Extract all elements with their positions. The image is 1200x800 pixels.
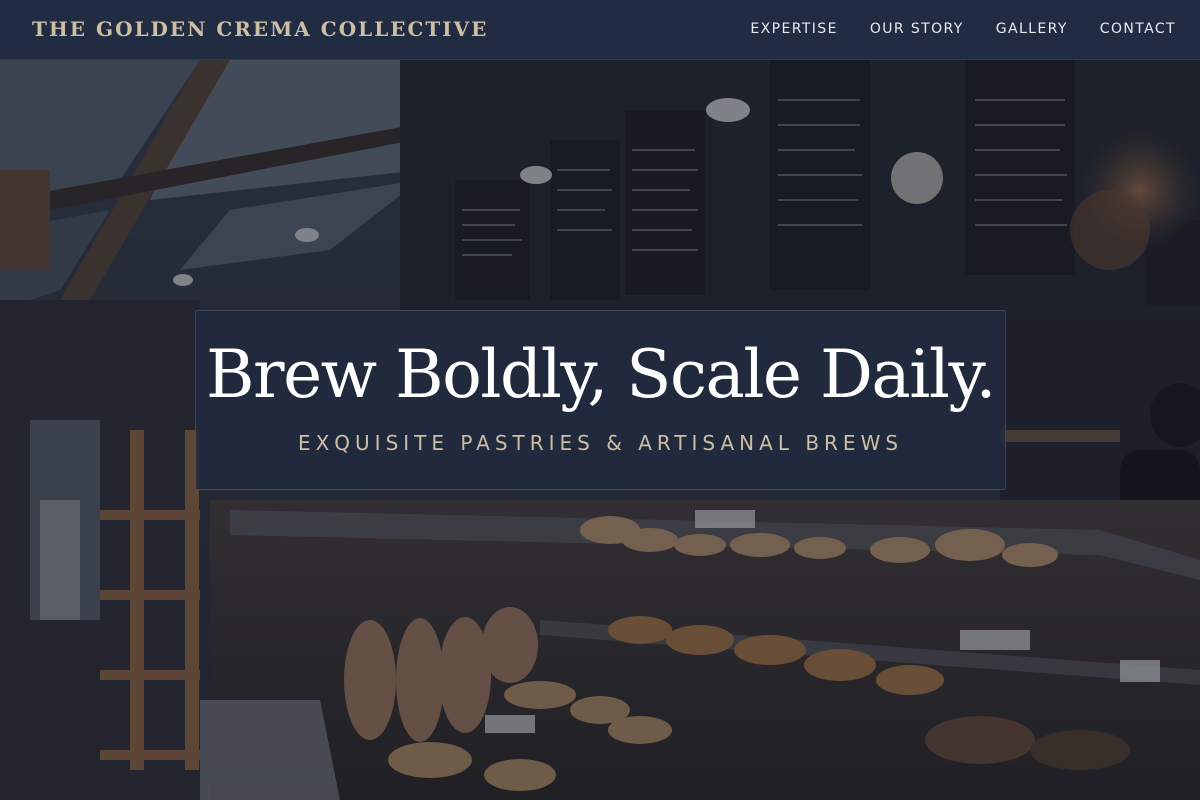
brand-logo[interactable]: THE GOLDEN CREMA COLLECTIVE xyxy=(32,17,488,41)
nav-link-expertise[interactable]: EXPERTISE xyxy=(750,21,837,37)
top-navbar: THE GOLDEN CREMA COLLECTIVE EXPERTISE OU… xyxy=(0,0,1200,60)
nav-link-gallery[interactable]: GALLERY xyxy=(996,21,1068,37)
nav-link-contact[interactable]: CONTACT xyxy=(1100,21,1176,37)
main-nav: EXPERTISE OUR STORY GALLERY CONTACT xyxy=(750,21,1176,37)
landing-page: THE GOLDEN CREMA COLLECTIVE EXPERTISE OU… xyxy=(0,0,1200,800)
hero-subtitle: EXQUISITE PASTRIES & ARTISANAL BREWS xyxy=(297,431,904,455)
hero-title: Brew Boldly, Scale Daily. xyxy=(206,336,996,413)
nav-link-our-story[interactable]: OUR STORY xyxy=(870,21,964,37)
hero-headline-panel: Brew Boldly, Scale Daily. EXQUISITE PAST… xyxy=(195,310,1006,490)
